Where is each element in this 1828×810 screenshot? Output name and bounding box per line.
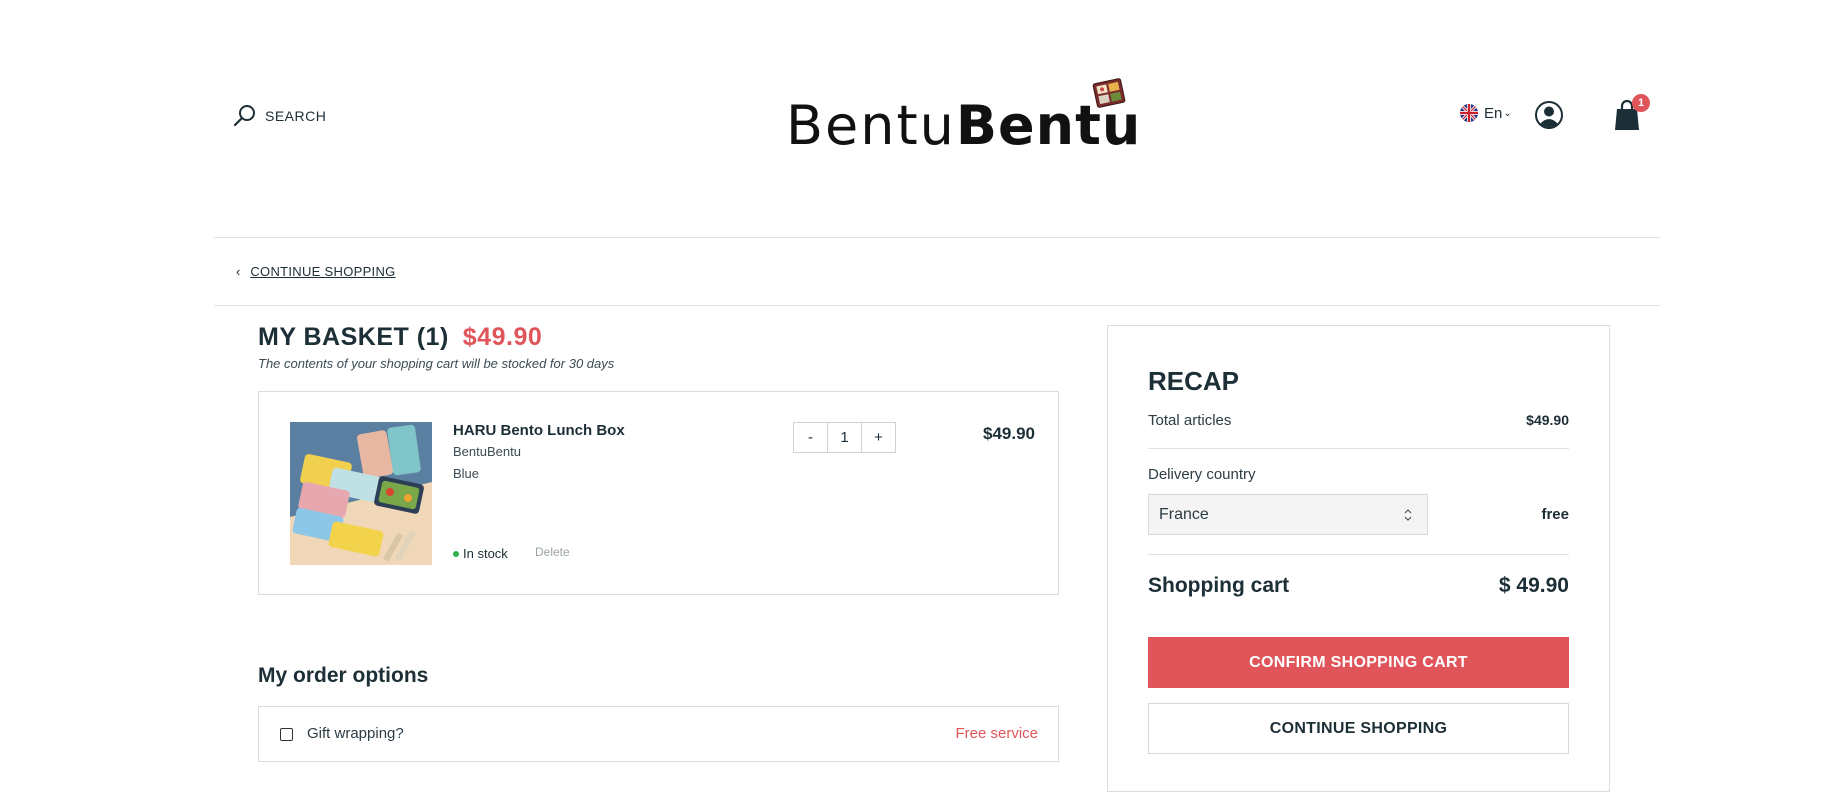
delivery-country-value: France	[1159, 506, 1209, 523]
basket-note: The contents of your shopping cart will …	[258, 356, 615, 371]
shopping-cart-total-label: Shopping cart	[1148, 574, 1290, 597]
search-label: SEARCH	[265, 108, 327, 124]
quantity-input[interactable]: 1	[827, 423, 862, 452]
increase-quantity-button[interactable]: +	[862, 423, 895, 452]
continue-shopping-button[interactable]: CONTINUE SHOPPING	[1148, 703, 1569, 754]
stock-label: In stock	[463, 546, 508, 561]
decrease-quantity-button[interactable]: -	[794, 423, 827, 452]
total-articles-value: $49.90	[1526, 412, 1569, 428]
language-label: En	[1484, 104, 1503, 122]
continue-shopping-link[interactable]: ‹ CONTINUE SHOPPING	[236, 264, 396, 279]
chevron-left-icon: ‹	[236, 264, 241, 279]
language-selector[interactable]: En ⌄	[1460, 104, 1512, 122]
basket-total: $49.90	[462, 323, 543, 351]
order-recap-panel: RECAP Total articles $49.90 Delivery cou…	[1107, 325, 1610, 792]
confirm-shopping-cart-button[interactable]: CONFIRM SHOPPING CART	[1148, 637, 1569, 688]
site-header: SEARCH BentuBentu En ⌄ 1	[214, 60, 1674, 180]
basket-title: MY BASKET (1)	[258, 323, 449, 351]
gift-wrapping-checkbox[interactable]	[280, 728, 293, 741]
gift-wrapping-option: Gift wrapping? Free service	[258, 706, 1059, 762]
gift-wrapping-price: Free service	[955, 725, 1038, 742]
logo[interactable]: BentuBentu	[786, 68, 1146, 168]
logo-text-light: Bentu	[786, 94, 956, 157]
delete-item-button[interactable]: Delete	[535, 545, 570, 559]
product-brand: BentuBentu	[453, 444, 521, 459]
in-stock-dot-icon	[453, 550, 459, 557]
total-articles-label: Total articles	[1148, 412, 1232, 429]
stock-status: In stock	[453, 546, 508, 561]
delivery-country-label: Delivery country	[1148, 466, 1256, 483]
divider	[214, 305, 1660, 306]
uk-flag-icon	[1460, 104, 1478, 122]
search-icon	[233, 105, 255, 127]
continue-shopping-label: CONTINUE SHOPPING	[250, 264, 396, 279]
quantity-stepper: - 1 +	[793, 422, 896, 453]
divider	[214, 237, 1660, 238]
delivery-cost: free	[1541, 506, 1569, 523]
product-name[interactable]: HARU Bento Lunch Box	[453, 422, 625, 439]
delivery-country-select[interactable]: France	[1148, 494, 1428, 535]
shopping-cart-total-value: $ 49.90	[1498, 574, 1569, 597]
divider	[1148, 448, 1569, 449]
item-price: $49.90	[983, 424, 1035, 443]
select-arrows-icon	[1404, 509, 1412, 521]
search-button[interactable]: SEARCH	[232, 103, 326, 129]
order-options-title: My order options	[258, 664, 429, 687]
gift-wrapping-label[interactable]: Gift wrapping?	[307, 725, 404, 742]
cart-item: HARU Bento Lunch Box BentuBentu Blue In …	[258, 391, 1059, 595]
product-image[interactable]	[290, 422, 432, 565]
divider	[1148, 554, 1569, 555]
page-title: MY BASKET (1) $49.90	[258, 323, 542, 352]
chevron-down-icon: ⌄	[1503, 107, 1512, 119]
user-account-icon[interactable]	[1534, 100, 1564, 130]
product-color: Blue	[453, 466, 480, 481]
recap-title: RECAP	[1148, 366, 1240, 396]
cart-count-badge: 1	[1632, 94, 1650, 112]
